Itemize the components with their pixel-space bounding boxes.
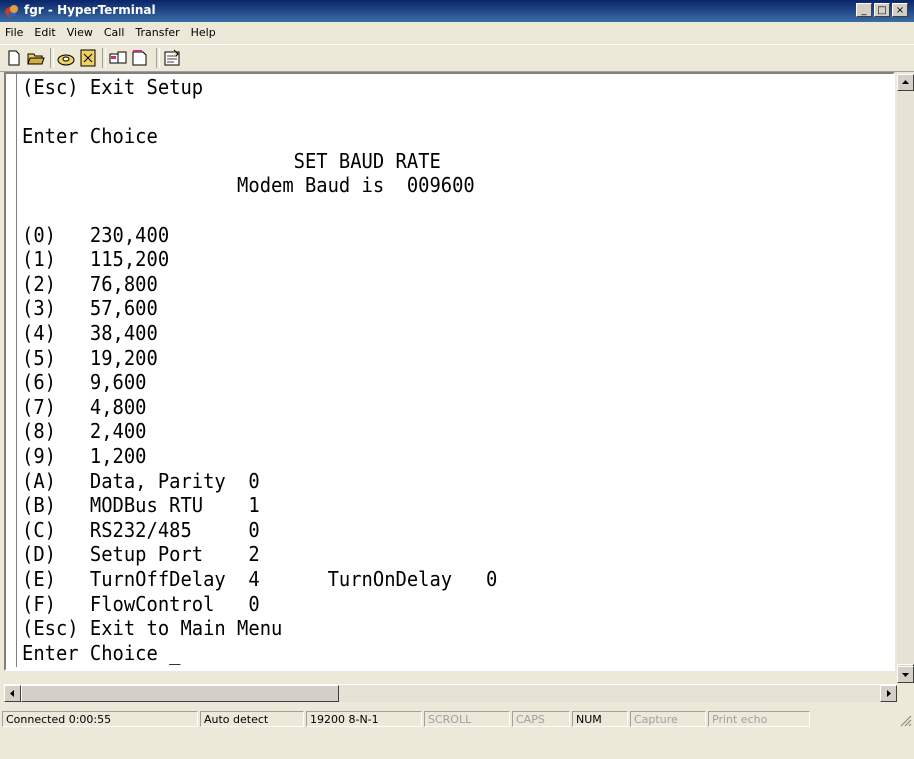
window-title: fgr - HyperTerminal [24,3,156,17]
status-bar: Connected 0:00:55 Auto detect 19200 8-N-… [0,707,914,729]
terminal-line: (E) TurnOffDelay 4 TurnOnDelay 0 [22,567,498,591]
terminal-line: (9) 1,200 [22,444,147,468]
arrow-down-icon [902,673,909,677]
toolbar-separator [156,48,160,68]
terminal-left-margin [6,74,17,667]
terminal-line: (7) 4,800 [22,394,147,419]
minimize-button[interactable]: _ [856,3,872,17]
terminal-line: (D) Setup Port 2 [22,542,260,567]
toolbar-separator [50,48,54,68]
status-settings: 19200 8-N-1 [306,711,422,727]
terminal-line: (1) 115,200 [22,247,170,272]
menu-view[interactable]: View [62,26,99,39]
horizontal-scroll-thumb[interactable] [21,685,339,702]
receive-icon[interactable] [130,48,150,68]
send-icon[interactable] [108,48,128,68]
terminal-line: (A) Data, Parity 0 [22,468,260,493]
scroll-right-button[interactable] [880,685,897,702]
arrow-right-icon [887,690,891,697]
toolbar [0,44,914,72]
menu-bar: File Edit View Call Transfer Help [0,22,914,42]
terminal-line: (3) 57,600 [22,296,158,321]
close-button[interactable]: × [892,3,908,17]
properties-icon[interactable] [162,48,182,68]
terminal-line: SET BAUD RATE [22,148,441,173]
terminal-line: (5) 19,200 [22,345,158,370]
menu-file[interactable]: File [0,26,29,39]
terminal-line: (F) FlowControl 0 [22,591,260,616]
terminal-line: (0) 230,400 [22,222,170,247]
new-icon[interactable] [4,48,24,68]
terminal-line: (B) MODBus RTU 1 [22,493,260,518]
status-capture: Capture [630,711,706,727]
connect-icon[interactable] [56,48,76,68]
status-caps: CAPS [512,711,570,727]
terminal-line: Enter Choice [22,124,158,149]
terminal-line: Enter Choice _ [22,640,181,665]
terminal-line: (C) RS232/485 0 [22,517,260,542]
status-print-echo: Print echo [708,711,810,727]
horizontal-scrollbar[interactable] [4,684,897,702]
scroll-down-button[interactable] [897,666,914,683]
status-detect: Auto detect [200,711,304,727]
arrow-up-icon [902,80,909,84]
terminal-line: (8) 2,400 [22,419,147,444]
status-scroll: SCROLL [424,711,510,727]
scroll-left-button[interactable] [4,685,21,702]
menu-transfer[interactable]: Transfer [130,26,185,39]
status-num: NUM [572,711,628,727]
terminal-line: (6) 9,600 [22,370,147,395]
terminal-line: (2) 76,800 [22,271,158,296]
terminal-line: (4) 38,400 [22,321,158,345]
menu-call[interactable]: Call [99,26,131,39]
terminal-screen[interactable]: (Esc) Exit Setup Enter Choice SET BAUD RA… [22,76,882,668]
vertical-scrollbar[interactable] [897,74,914,683]
toolbar-separator [102,48,106,68]
maximize-button[interactable]: □ [874,3,890,17]
open-icon[interactable] [26,48,46,68]
arrow-left-icon [10,690,14,697]
terminal-line: (Esc) Exit to Main Menu [22,616,283,641]
menu-edit[interactable]: Edit [29,26,61,39]
menu-help[interactable]: Help [186,26,222,39]
disconnect-icon[interactable] [78,48,98,68]
hyperterminal-window: fgr - HyperTerminal _ □ × File Edit View… [0,0,914,759]
title-bar[interactable]: fgr - HyperTerminal _ □ × [0,0,914,22]
resize-grip-icon[interactable] [898,713,912,727]
terminal-line: (Esc) Exit Setup [22,76,204,99]
scroll-up-button[interactable] [897,74,914,91]
status-connected: Connected 0:00:55 [2,711,198,727]
terminal-line: Modem Baud is 009600 [22,173,475,198]
hyperterminal-icon [5,5,18,17]
